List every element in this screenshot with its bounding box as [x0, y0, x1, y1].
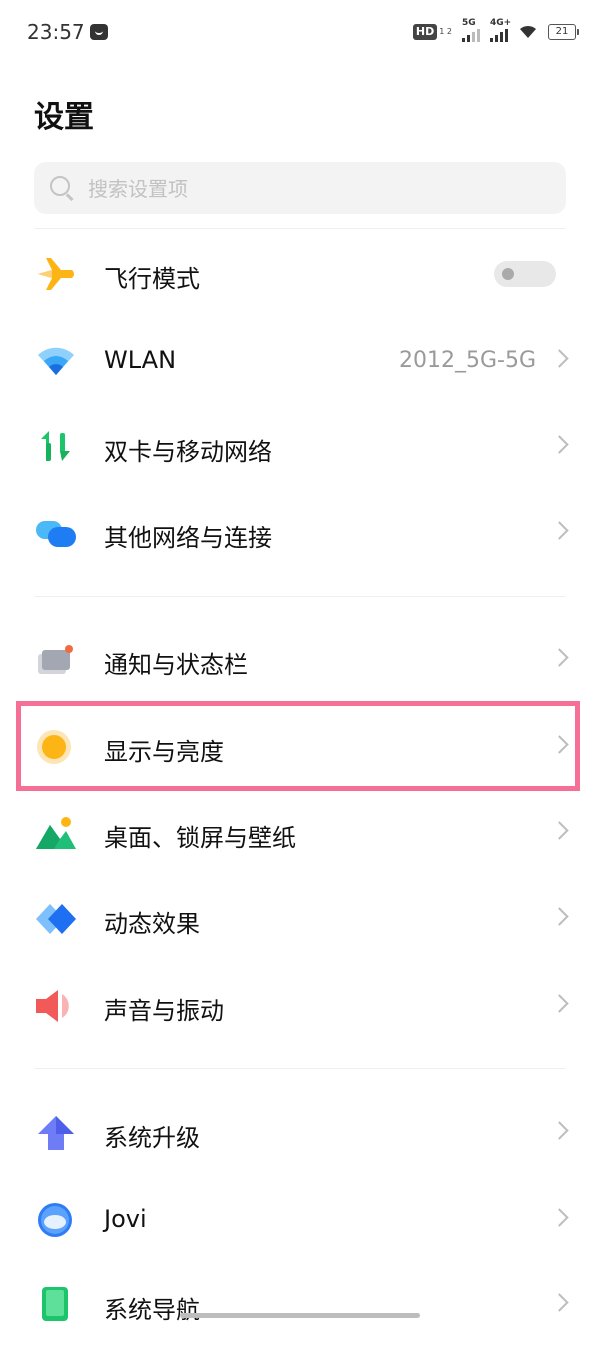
chevron-right-icon	[550, 648, 569, 667]
setting-other-connections[interactable]: 其他网络与连接	[0, 490, 600, 576]
chevron-right-icon	[550, 907, 569, 926]
battery-icon: 21	[548, 24, 579, 40]
signal-5g-icon: 5G	[462, 18, 480, 42]
chevron-right-icon	[550, 435, 569, 454]
system-navigation-icon	[42, 1287, 68, 1321]
status-bar: 23:57 HD 1 2 5G 4G+ 21	[0, 0, 600, 66]
hd-voice-icon: HD	[412, 24, 438, 40]
chevron-right-icon	[550, 349, 569, 368]
setting-label: WLAN	[104, 346, 177, 374]
setting-jovi[interactable]: Jovi	[0, 1177, 600, 1263]
setting-label: 其他网络与连接	[104, 524, 272, 552]
mobile-network-icon	[41, 431, 70, 461]
setting-wlan[interactable]: WLAN 2012_5G-5G	[0, 318, 600, 404]
setting-sound-vibration[interactable]: 声音与振动	[0, 963, 600, 1049]
wallpaper-icon	[36, 817, 76, 849]
setting-airplane-mode[interactable]: 飞行模式	[0, 231, 600, 317]
status-indicators: HD 1 2 5G 4G+ 21	[412, 18, 579, 42]
wifi-status-icon	[520, 25, 536, 38]
notification-app-icon	[90, 24, 108, 40]
setting-system-navigation[interactable]: 系统导航	[0, 1262, 600, 1348]
search-input[interactable]	[86, 162, 550, 216]
chevron-right-icon	[550, 1208, 569, 1227]
search-bar[interactable]	[34, 162, 566, 216]
network-4g-label: 4G+	[490, 18, 512, 28]
setting-label: 飞行模式	[104, 265, 200, 293]
chevron-right-icon	[550, 521, 569, 540]
divider	[34, 228, 566, 229]
setting-system-upgrade[interactable]: 系统升级	[0, 1090, 600, 1176]
page-title: 设置	[34, 100, 94, 135]
dynamic-effect-icon	[36, 904, 76, 934]
airplane-mode-toggle[interactable]	[494, 261, 556, 287]
setting-notifications-status-bar[interactable]: 通知与状态栏	[0, 617, 600, 703]
system-upgrade-icon	[38, 1116, 74, 1150]
network-5g-label: 5G	[462, 18, 476, 28]
setting-mobile-network[interactable]: 双卡与移动网络	[0, 404, 600, 490]
signal-4g-icon: 4G+	[490, 18, 511, 42]
chevron-right-icon	[550, 994, 569, 1013]
hd-sim-index: 1 2	[439, 27, 452, 36]
chevron-right-icon	[550, 821, 569, 840]
airplane-icon	[38, 258, 74, 290]
setting-label: 双卡与移动网络	[104, 438, 272, 466]
divider	[34, 1068, 566, 1069]
setting-wallpaper[interactable]: 桌面、锁屏与壁纸	[0, 790, 600, 876]
setting-label: 动态效果	[104, 910, 200, 938]
highlight-frame	[16, 701, 580, 791]
wlan-network-name: 2012_5G-5G	[398, 348, 536, 373]
setting-label: Jovi	[104, 1205, 147, 1233]
wifi-icon	[38, 347, 74, 375]
setting-label: 系统升级	[104, 1124, 200, 1152]
chevron-right-icon	[550, 1121, 569, 1140]
setting-label: 桌面、锁屏与壁纸	[104, 824, 296, 852]
setting-dynamic-effects[interactable]: 动态效果	[0, 876, 600, 962]
status-time: 23:57	[27, 20, 85, 44]
jovi-icon	[38, 1203, 72, 1237]
sound-icon	[36, 990, 69, 1022]
connection-icon	[36, 521, 76, 547]
chevron-right-icon	[550, 1293, 569, 1312]
home-indicator[interactable]	[180, 1313, 420, 1318]
notification-icon	[38, 645, 73, 674]
setting-label: 通知与状态栏	[104, 651, 248, 679]
search-icon	[50, 176, 70, 196]
setting-label: 声音与振动	[104, 997, 224, 1025]
divider	[34, 596, 566, 597]
